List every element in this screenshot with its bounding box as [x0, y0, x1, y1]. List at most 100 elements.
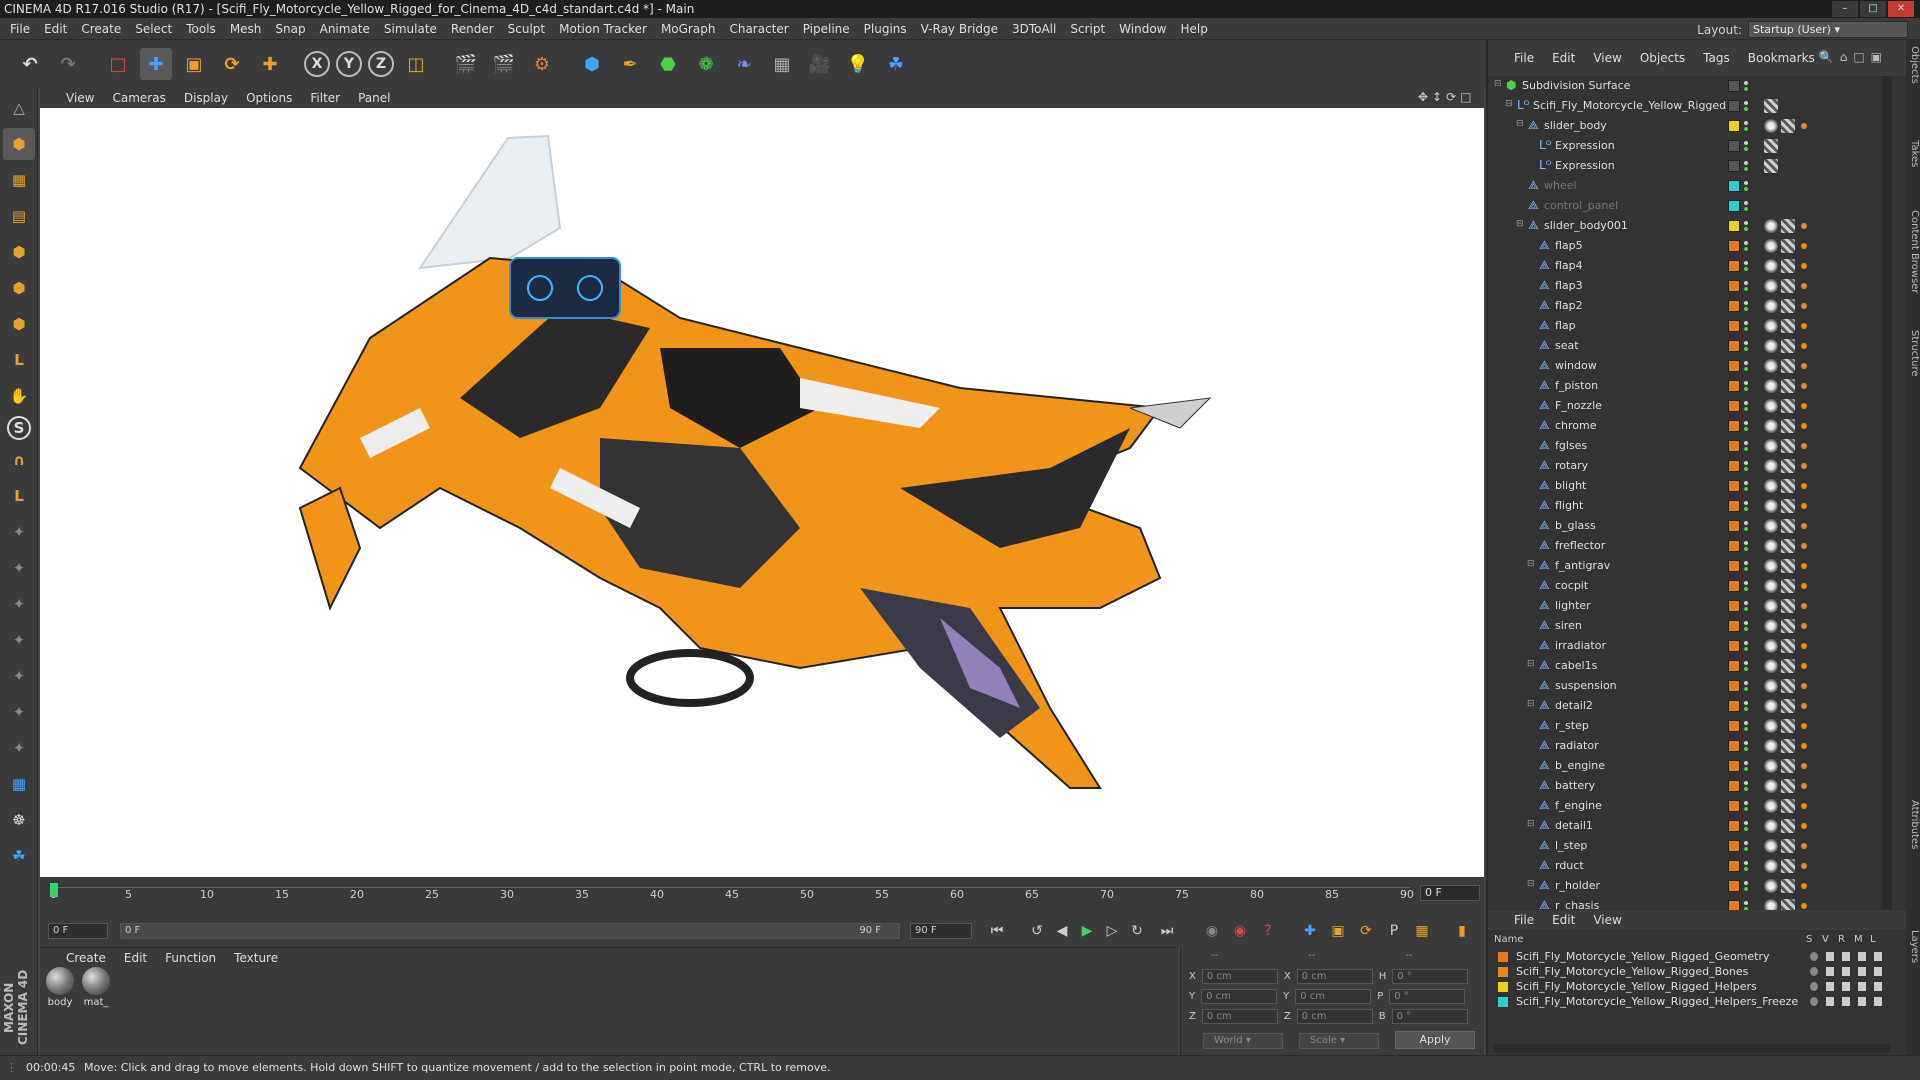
layer-menu-view[interactable]: View — [1593, 913, 1621, 927]
z-axis-lock-icon[interactable]: Z — [368, 51, 394, 77]
locked-toggle-icon[interactable] — [1874, 997, 1882, 1006]
editor-visibility-dot[interactable] — [1744, 381, 1748, 385]
menu-item-simulate[interactable]: Simulate — [384, 22, 437, 36]
layer-list[interactable]: Scifi_Fly_Motorcycle_Yellow_Rigged_Geome… — [1488, 950, 1908, 1020]
editor-visibility-dot[interactable] — [1744, 821, 1748, 825]
material-tag-icon[interactable] — [1764, 839, 1778, 853]
y-axis-lock-icon[interactable]: Y — [336, 51, 362, 77]
undo-icon[interactable]: ↶ — [14, 48, 46, 80]
weight-tag-icon[interactable] — [1798, 679, 1812, 693]
manager-toggle-icon[interactable] — [1858, 967, 1866, 976]
material-tag-icon[interactable] — [1764, 259, 1778, 273]
object-row[interactable]: ⟁ radiator — [1488, 736, 1878, 756]
render-visibility-dot[interactable] — [1744, 467, 1748, 471]
texture-tag-icon[interactable] — [1781, 559, 1795, 573]
viewport-menu-options[interactable]: Options — [246, 91, 292, 105]
python-icon[interactable]: ☘ — [880, 48, 912, 80]
object-row[interactable]: ⟁ freflector — [1488, 536, 1878, 556]
texture-tag-icon[interactable] — [1781, 819, 1795, 833]
layer-menu-edit[interactable]: Edit — [1552, 913, 1575, 927]
material-tag-icon[interactable] — [1764, 679, 1778, 693]
render-visibility-dot[interactable] — [1744, 547, 1748, 551]
apply-button[interactable]: Apply — [1395, 1031, 1475, 1049]
material-tag-icon[interactable] — [1764, 279, 1778, 293]
light-icon[interactable]: 💡 — [842, 48, 874, 80]
layer-color-chip[interactable] — [1728, 320, 1740, 332]
weight-tag-icon[interactable] — [1798, 299, 1812, 313]
material-tag-icon[interactable] — [1764, 759, 1778, 773]
weight-tag-icon[interactable] — [1798, 539, 1812, 553]
object-row[interactable]: ⟁ flight — [1488, 496, 1878, 516]
layer-color-chip[interactable] — [1728, 260, 1740, 272]
material-tag-icon[interactable] — [1764, 539, 1778, 553]
menu-item-3dtoall[interactable]: 3DToAll — [1012, 22, 1056, 36]
material-tag-icon[interactable] — [1764, 419, 1778, 433]
material-tag-icon[interactable] — [1764, 739, 1778, 753]
object-row[interactable]: ⟁ blight — [1488, 476, 1878, 496]
render-visibility-dot[interactable] — [1744, 187, 1748, 191]
texture-tag-icon[interactable] — [1781, 619, 1795, 633]
render-visibility-dot[interactable] — [1744, 787, 1748, 791]
editor-visibility-dot[interactable] — [1744, 241, 1748, 245]
object-menu-file[interactable]: File — [1514, 51, 1534, 65]
autokey-icon[interactable]: ◉ — [1228, 920, 1252, 942]
menu-item-mograph[interactable]: MoGraph — [661, 22, 716, 36]
material-tag-icon[interactable] — [1764, 339, 1778, 353]
object-row[interactable]: ⟁ r_chasis — [1488, 896, 1878, 910]
script-python-icon[interactable]: ☘ — [3, 840, 35, 872]
object-row[interactable]: ⟁ seat — [1488, 336, 1878, 356]
texture-tag-icon[interactable] — [1781, 579, 1795, 593]
editor-visibility-dot[interactable] — [1744, 101, 1748, 105]
minimize-icon[interactable]: – — [1832, 1, 1858, 17]
solo-toggle-icon[interactable] — [1810, 997, 1818, 1006]
object-row[interactable]: ⟁ rduct — [1488, 856, 1878, 876]
object-row[interactable]: ⊟ Lᴼ Scifi_Fly_Motorcycle_Yellow_Rigged — [1488, 96, 1878, 116]
layer-color-chip[interactable] — [1728, 400, 1740, 412]
texture-tag-icon[interactable] — [1781, 739, 1795, 753]
editor-visibility-dot[interactable] — [1744, 501, 1748, 505]
expand-icon[interactable]: ⊟ — [1505, 99, 1513, 109]
model-mode-icon[interactable]: ⬢ — [3, 128, 35, 160]
editor-visibility-dot[interactable] — [1744, 761, 1748, 765]
go-to-start-icon[interactable]: ⏮ — [985, 920, 1009, 942]
render-visibility-dot[interactable] — [1744, 627, 1748, 631]
material-tag-icon[interactable] — [1764, 779, 1778, 793]
material-tag-icon[interactable] — [1764, 579, 1778, 593]
timeline[interactable]: 051015202530354045505560657075808590 0 F — [40, 877, 1484, 915]
layer-color-chip[interactable] — [1728, 200, 1740, 212]
object-row[interactable]: Lᴼ Expression — [1488, 156, 1878, 176]
make-editable-icon[interactable]: △ — [3, 92, 35, 124]
joint-tool-icon[interactable]: L — [3, 480, 35, 512]
material-tag-icon[interactable] — [1764, 399, 1778, 413]
texture-tag-icon[interactable] — [1781, 119, 1795, 133]
object-row[interactable]: ⟁ wheel — [1488, 176, 1878, 196]
layer-color-chip[interactable] — [1728, 700, 1740, 712]
layer-color-chip[interactable] — [1728, 220, 1740, 232]
texture-tag-icon[interactable] — [1781, 799, 1795, 813]
object-row[interactable]: ⟁ flap2 — [1488, 296, 1878, 316]
live-selection-icon[interactable]: □ — [102, 48, 134, 80]
layer-color-chip[interactable] — [1728, 540, 1740, 552]
weight-tag-icon[interactable] — [1798, 319, 1812, 333]
material-tag-icon[interactable] — [1764, 439, 1778, 453]
render-visibility-dot[interactable] — [1744, 407, 1748, 411]
material-tag-icon[interactable] — [1764, 719, 1778, 733]
manager-toggle-icon[interactable] — [1858, 982, 1866, 991]
weight-tag-icon[interactable] — [1798, 239, 1812, 253]
object-menu-edit[interactable]: Edit — [1552, 51, 1575, 65]
editor-visibility-dot[interactable] — [1744, 781, 1748, 785]
editor-visibility-dot[interactable] — [1744, 481, 1748, 485]
weight-tag-icon[interactable] — [1798, 739, 1812, 753]
coordinate-mode-dropdown[interactable]: World ▾ — [1203, 1033, 1283, 1049]
menu-item-create[interactable]: Create — [81, 22, 121, 36]
weight-tag-icon[interactable] — [1798, 439, 1812, 453]
weight-tag-icon[interactable] — [1798, 339, 1812, 353]
size-y-field[interactable]: 0 cm — [1295, 989, 1372, 1004]
expand-icon[interactable]: ⊟ — [1516, 119, 1524, 129]
editor-visibility-dot[interactable] — [1744, 301, 1748, 305]
layer-color-chip[interactable] — [1728, 460, 1740, 472]
wireframe-icon[interactable]: ☸ — [3, 804, 35, 836]
weight-tag-icon[interactable] — [1798, 519, 1812, 533]
side-tab-layers[interactable]: Layers — [1906, 930, 1920, 963]
weight-tag-icon[interactable] — [1798, 499, 1812, 513]
